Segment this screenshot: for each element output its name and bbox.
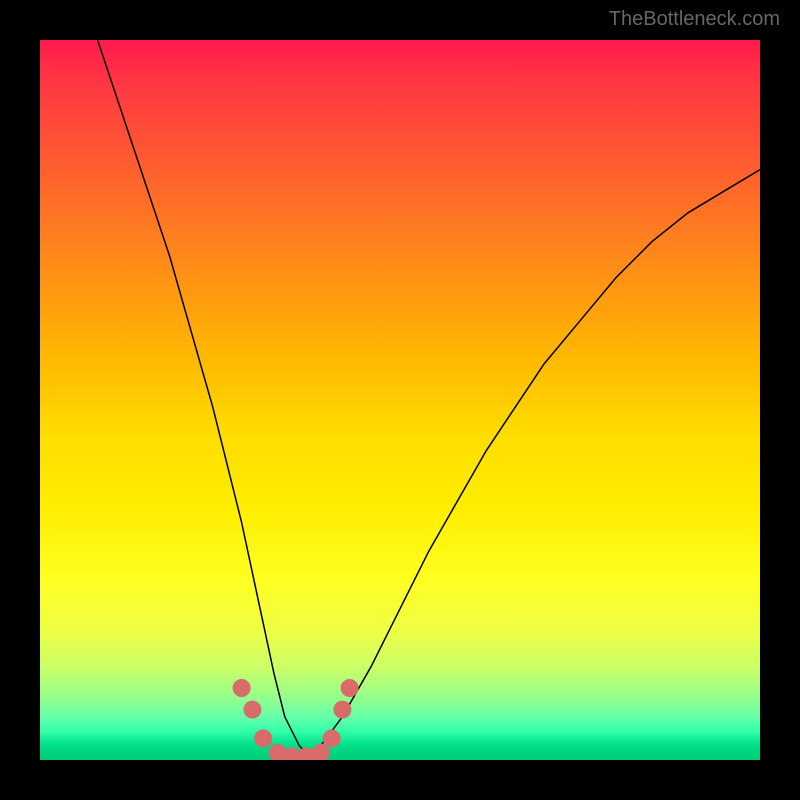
watermark-text: TheBottleneck.com xyxy=(609,8,780,31)
marker-dot xyxy=(254,729,272,747)
marker-dot xyxy=(341,679,359,697)
marker-dot xyxy=(233,679,251,697)
marker-dot xyxy=(312,744,330,760)
curve-line xyxy=(98,40,760,756)
marker-dot xyxy=(333,701,351,719)
chart-container xyxy=(40,40,760,760)
marker-dot xyxy=(323,729,341,747)
bottleneck-curve-svg xyxy=(40,40,760,760)
marker-dot xyxy=(243,701,261,719)
